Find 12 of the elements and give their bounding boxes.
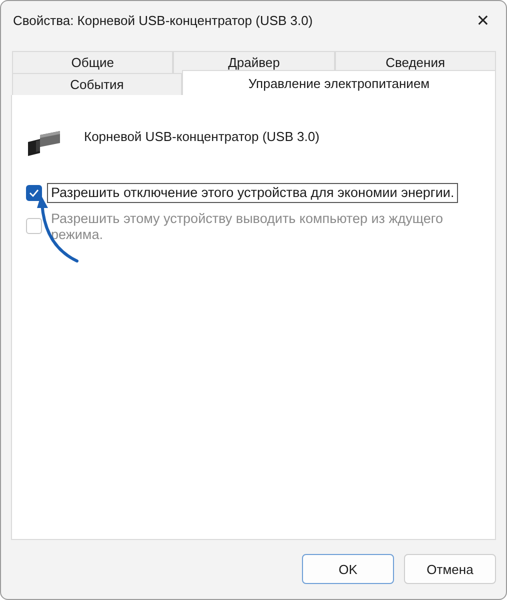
- dialog-button[interactable]: Отмена: [404, 554, 496, 584]
- dialog-button[interactable]: OK: [302, 554, 394, 584]
- checkbox[interactable]: [26, 185, 42, 201]
- close-button[interactable]: ✕: [460, 1, 506, 39]
- tab[interactable]: Общие: [12, 51, 174, 73]
- checkbox-label[interactable]: Разрешить отключение этого устройства для экономии энергии.: [47, 183, 458, 203]
- tab[interactable]: Управление электропитанием: [182, 70, 496, 95]
- device-name: Корневой USB-концентратор (USB 3.0): [84, 128, 320, 144]
- window-title: Свойства: Корневой USB-концентратор (USB 3.0): [13, 12, 313, 28]
- tab[interactable]: События: [12, 73, 182, 95]
- usb-plug-icon: [26, 129, 62, 157]
- checkmark-icon: [29, 189, 39, 197]
